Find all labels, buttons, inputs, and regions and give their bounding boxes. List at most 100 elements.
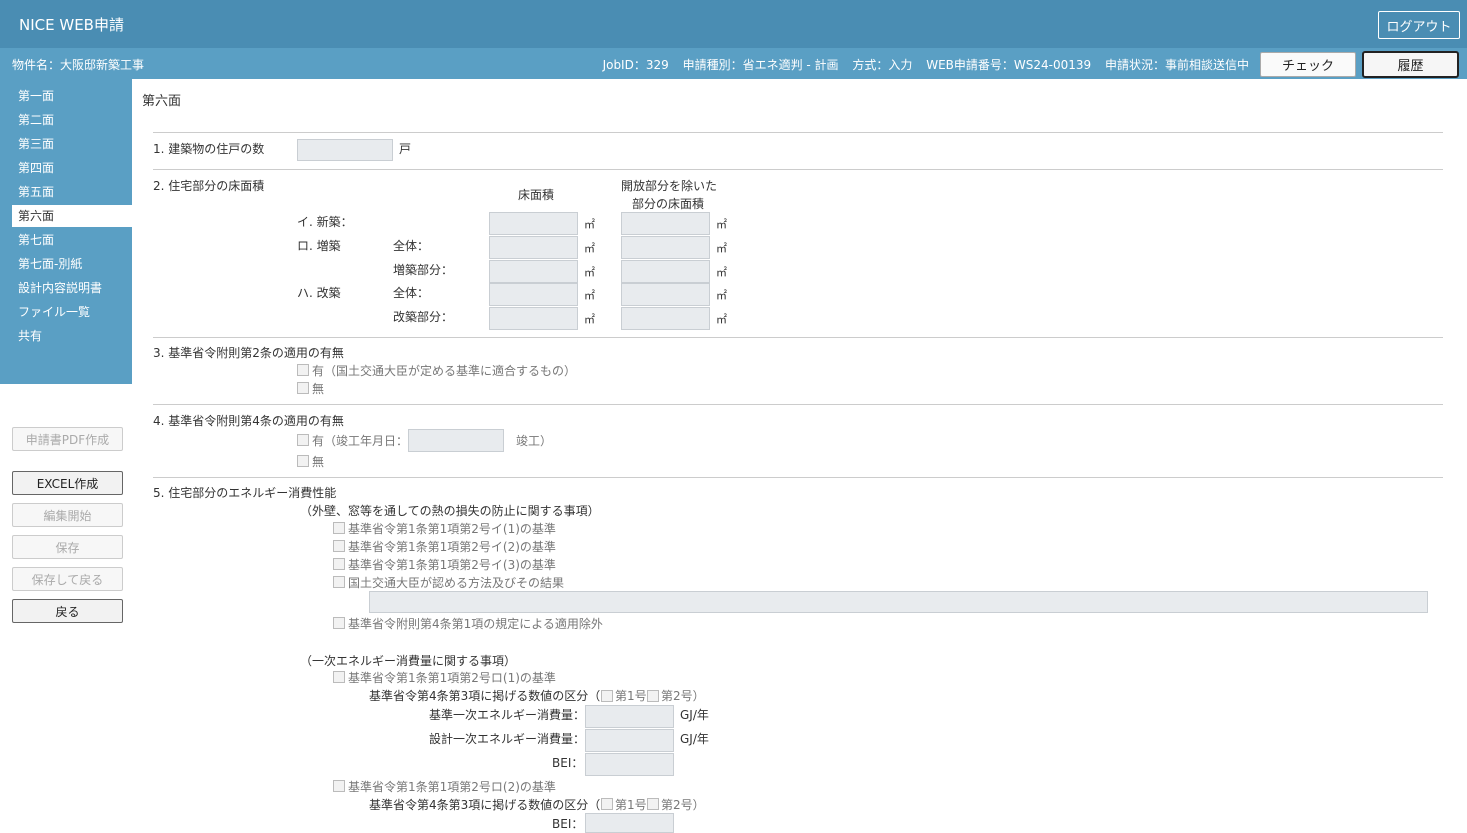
divider [153, 169, 1443, 170]
reconstruction-whole-open-excluded-input[interactable] [621, 283, 710, 306]
s5-c1-label: 基準省令第1条第1項第2号イ(1)の基準 [348, 522, 556, 536]
dwelling-unit-label: 戸 [399, 142, 412, 156]
application-status: 申請状況：事前相談送信中 [1104, 58, 1249, 72]
s3-yes-checkbox[interactable] [297, 364, 309, 376]
s5-c2-checkbox[interactable] [333, 540, 345, 552]
reconstruction-label: ハ. 改築 [297, 286, 341, 300]
divider [153, 337, 1443, 338]
extension-whole-label: 全体： [393, 239, 430, 253]
method: 方式：入力 [852, 58, 913, 72]
d2-bei-input[interactable] [585, 813, 674, 833]
pdf-create-button[interactable]: 申請書PDF作成 [12, 427, 123, 451]
sidebar-item-page1[interactable]: 第一面 [12, 85, 132, 107]
check-button[interactable]: チェック [1260, 52, 1356, 77]
d2-no2-checkbox[interactable] [647, 798, 659, 810]
d1-design-energy-unit: GJ/年 [680, 732, 709, 746]
save-and-back-button[interactable]: 保存して戻る [12, 567, 123, 591]
d2-no1-checkbox[interactable] [601, 798, 613, 810]
save-button[interactable]: 保存 [12, 535, 123, 559]
reconstruction-part-area-input[interactable] [489, 307, 578, 330]
extension-whole-open-excluded-input[interactable] [621, 236, 710, 259]
back-button[interactable]: 戻る [12, 599, 123, 623]
d2-bei-label: BEI： [552, 817, 584, 831]
s5-d2-checkbox[interactable] [333, 780, 345, 792]
s4-yes-label: 有（竣工年月日： [312, 434, 409, 448]
main-content: 第六面 1. 建築物の住戸の数 戸 2. 住宅部分の床面積 床面積 開放部分を除… [132, 79, 1467, 833]
sqm-unit: ㎡ [584, 289, 595, 302]
section5-label: 5. 住宅部分のエネルギー消費性能 [153, 486, 337, 500]
d1-bei-input[interactable] [585, 753, 674, 776]
s3-no-checkbox[interactable] [297, 382, 309, 394]
sidebar-item-file-list[interactable]: ファイル一覧 [12, 301, 132, 323]
sidebar-item-share[interactable]: 共有 [12, 325, 132, 347]
new-floor-area-input[interactable] [489, 212, 578, 235]
sidebar-item-page3[interactable]: 第三面 [12, 133, 132, 155]
completion-date-input[interactable] [408, 429, 504, 452]
sidebar-item-page6[interactable]: 第六面 [12, 205, 132, 227]
dwelling-count-input[interactable] [297, 139, 393, 161]
sqm-unit: ㎡ [584, 266, 595, 279]
d1-standard-energy-label: 基準一次エネルギー消費量： [429, 708, 586, 722]
d1-standard-energy-input[interactable] [585, 705, 674, 728]
sidebar-item-page4[interactable]: 第四面 [12, 157, 132, 179]
s5-c5-checkbox[interactable] [333, 617, 345, 629]
s5-c1-checkbox[interactable] [333, 522, 345, 534]
sqm-unit: ㎡ [584, 218, 595, 231]
logout-button[interactable]: ログアウト [1378, 11, 1460, 39]
reconstruction-part-label: 改築部分： [393, 310, 454, 324]
s5-d1-checkbox[interactable] [333, 671, 345, 683]
s4-yes-checkbox[interactable] [297, 434, 309, 446]
info-bar: 物件名：大阪邸新築工事 JobID：329 申請種別：省エネ適判 - 計画 方式… [0, 48, 1467, 79]
sqm-unit: ㎡ [584, 242, 595, 255]
sidebar-item-page5[interactable]: 第五面 [12, 181, 132, 203]
s5-c5-label: 基準省令附則第4条第1項の規定による適用除外 [348, 617, 603, 631]
extension-whole-area-input[interactable] [489, 236, 578, 259]
s5-c3-checkbox[interactable] [333, 558, 345, 570]
section3-label: 3. 基準省令附則第2条の適用の有無 [153, 346, 344, 360]
section4-label: 4. 基準省令附則第4条の適用の有無 [153, 414, 344, 428]
reconstruction-whole-area-input[interactable] [489, 283, 578, 306]
d1-standard-energy-unit: GJ/年 [680, 708, 709, 722]
excel-create-button[interactable]: EXCEL作成 [12, 471, 123, 495]
s5-c3-label: 基準省令第1条第1項第2号イ(3)の基準 [348, 558, 556, 572]
s5-c4-label: 国土交通大臣が認める方法及びその結果 [348, 576, 565, 590]
s5-primary-energy-heading: （一次エネルギー消費量に関する事項） [300, 654, 517, 668]
sidebar-item-page7-appendix[interactable]: 第七面-別紙 [12, 253, 132, 275]
app-title: NICE WEB申請 [19, 16, 124, 34]
floor-area-header: 床面積 [518, 188, 555, 202]
s4-completion-suffix: 竣工） [516, 434, 553, 448]
top-bar: NICE WEB申請 [0, 0, 1467, 48]
section1-label: 1. 建築物の住戸の数 [153, 142, 265, 156]
d1-design-energy-label: 設計一次エネルギー消費量： [429, 732, 586, 746]
d1-category-label: 基準省令第4条第3項に掲げる数値の区分（ [369, 689, 601, 703]
new-open-excluded-area-input[interactable] [621, 212, 710, 235]
d1-no1-checkbox[interactable] [601, 690, 613, 702]
sqm-unit: ㎡ [716, 242, 727, 255]
sidebar: 第一面 第二面 第三面 第四面 第五面 第六面 第七面 第七面-別紙 設計内容説… [0, 79, 132, 384]
s4-no-checkbox[interactable] [297, 455, 309, 467]
sidebar-item-page2[interactable]: 第二面 [12, 109, 132, 131]
page-title: 第六面 [142, 94, 182, 109]
extension-part-open-excluded-input[interactable] [621, 260, 710, 283]
reconstruction-part-open-excluded-input[interactable] [621, 307, 710, 330]
d2-no1-label: 第1号 [615, 798, 647, 812]
sidebar-item-design-description[interactable]: 設計内容説明書 [12, 277, 132, 299]
sidebar-item-page7[interactable]: 第七面 [12, 229, 132, 251]
sqm-unit: ㎡ [716, 266, 727, 279]
d1-no2-checkbox[interactable] [647, 690, 659, 702]
new-construction-label: イ. 新築： [297, 215, 353, 229]
edit-start-button[interactable]: 編集開始 [12, 503, 123, 527]
method-result-input[interactable] [369, 591, 1428, 613]
d1-design-energy-input[interactable] [585, 729, 674, 752]
d1-no2-label: 第2号） [661, 689, 705, 703]
reconstruction-whole-label: 全体： [393, 286, 430, 300]
d1-no1-label: 第1号 [615, 689, 647, 703]
history-button[interactable]: 履歴 [1362, 51, 1459, 78]
d2-no2-label: 第2号） [661, 798, 705, 812]
s4-no-label: 無 [312, 455, 325, 469]
s5-heat-loss-heading: （外壁、窓等を通しての熱の損失の防止に関する事項） [300, 504, 600, 518]
open-excluded-header-line2: 部分の床面積 [632, 197, 705, 211]
sqm-unit: ㎡ [716, 218, 727, 231]
s5-c4-checkbox[interactable] [333, 576, 345, 588]
extension-part-area-input[interactable] [489, 260, 578, 283]
